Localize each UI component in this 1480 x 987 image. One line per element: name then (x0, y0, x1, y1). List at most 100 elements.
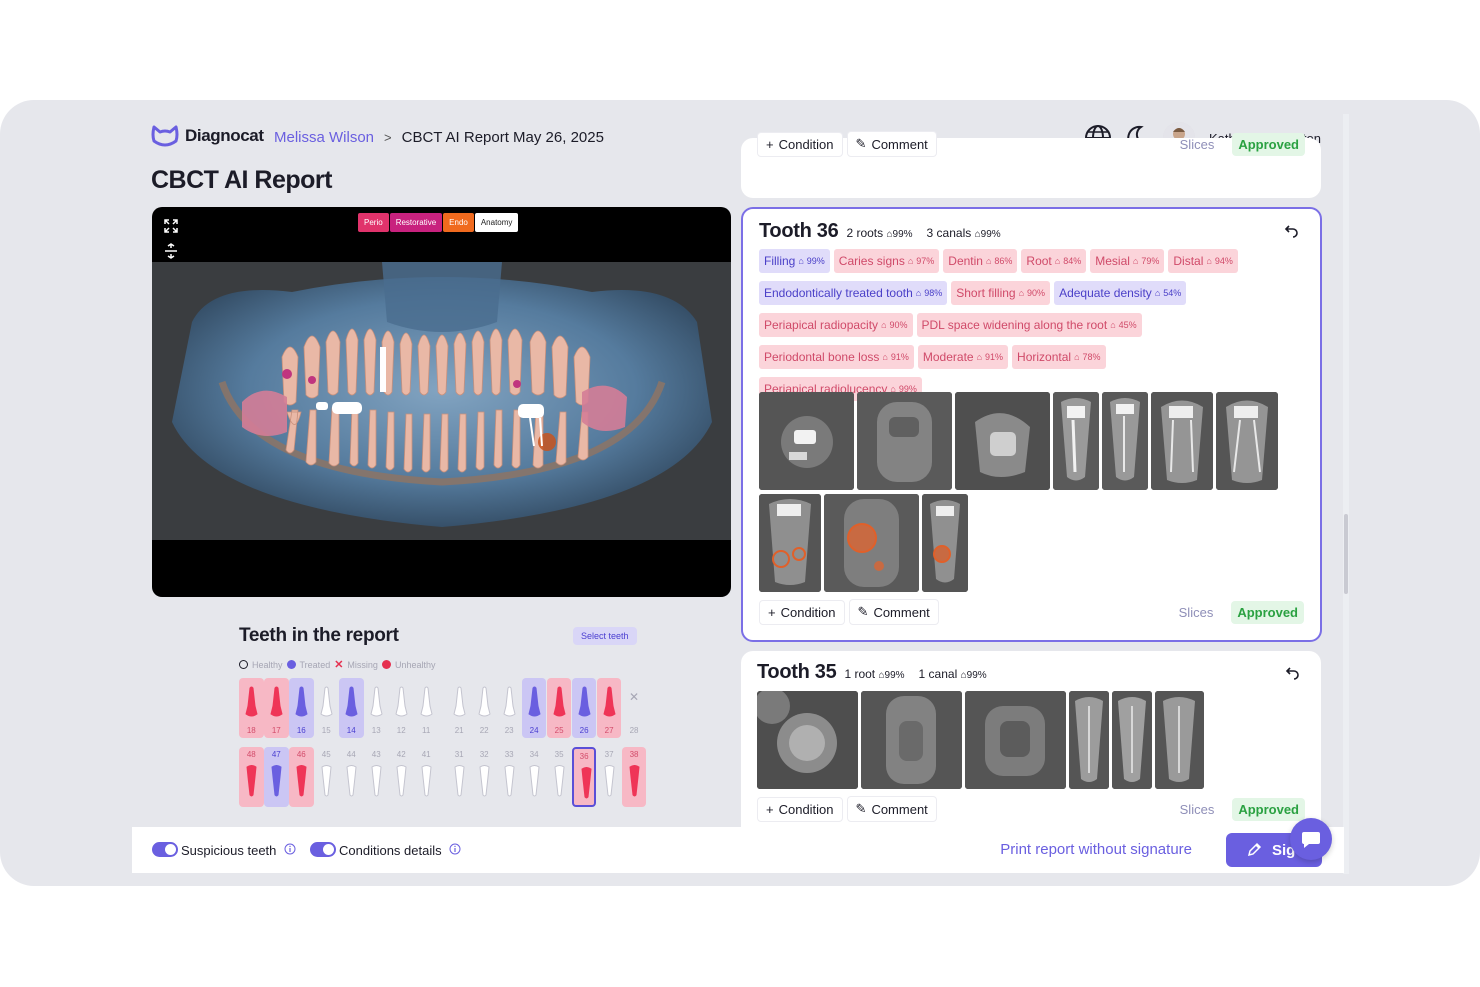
slice-thumbnail[interactable] (955, 392, 1050, 490)
condition-chip[interactable]: Endodontically treated tooth ⌂ 98% (759, 281, 948, 305)
condition-chip[interactable]: Periodontal bone loss ⌂ 91% (759, 345, 914, 369)
tooth-27[interactable]: 27 (596, 678, 622, 738)
tooth-16[interactable]: 16 (288, 678, 314, 738)
tooth-32[interactable]: 32 (472, 747, 497, 807)
ai-icon: ⌂ (881, 320, 887, 330)
tooth-12[interactable]: 12 (389, 678, 414, 738)
chat-support-button[interactable] (1290, 818, 1332, 860)
condition-chip[interactable]: Moderate ⌂ 91% (917, 345, 1009, 369)
tooth-card-35[interactable]: Tooth 35 1 root ⌂99% 1 canal ⌂99% + Condi… (741, 651, 1321, 841)
tab-anatomy[interactable]: Anatomy (474, 213, 519, 232)
slices-link[interactable]: Slices (1180, 802, 1215, 817)
add-comment-button[interactable]: ✎ Comment (848, 599, 939, 625)
tooth-13[interactable]: 13 (364, 678, 389, 738)
condition-chip[interactable]: Filling ⌂ 99% (759, 249, 830, 273)
add-comment-button[interactable]: ✎ Comment (846, 131, 937, 157)
select-teeth-button[interactable]: Select teeth (573, 627, 637, 645)
tooth-26[interactable]: 26 (571, 678, 597, 738)
tooth-23[interactable]: 23 (497, 678, 522, 738)
add-condition-button[interactable]: + Condition (757, 131, 843, 157)
tooth-18[interactable]: 18 (239, 678, 264, 738)
slice-thumbnail[interactable] (759, 494, 821, 592)
slice-thumbnail[interactable] (857, 392, 952, 490)
slice-thumbnail[interactable] (1102, 392, 1148, 490)
condition-chip[interactable]: PDL space widening along the root ⌂ 45% (916, 313, 1142, 337)
slice-thumbnail[interactable] (1216, 392, 1278, 490)
legend-healthy: Healthy (252, 659, 283, 670)
tooth-43[interactable]: 43 (364, 747, 389, 807)
condition-chip[interactable]: Mesial ⌂ 79% (1090, 249, 1165, 273)
tooth-36[interactable]: 36 (571, 747, 597, 807)
slice-thumbnail[interactable] (1155, 691, 1204, 789)
add-condition-button[interactable]: + Condition (759, 599, 845, 625)
tooth-46[interactable]: 46 (288, 747, 314, 807)
breadcrumb-report: CBCT AI Report May 26, 2025 (401, 129, 604, 146)
slices-link[interactable]: Slices (1179, 605, 1214, 620)
undo-icon[interactable] (1282, 221, 1302, 241)
condition-chip[interactable]: Root ⌂ 84% (1021, 249, 1087, 273)
approved-button[interactable]: Approved (1231, 600, 1304, 624)
condition-chip[interactable]: Distal ⌂ 94% (1168, 249, 1238, 273)
tooth-45[interactable]: 45 (314, 747, 339, 807)
slice-thumbnail[interactable] (757, 691, 858, 789)
slice-thumbnail[interactable] (965, 691, 1066, 789)
slice-thumbnail[interactable] (1053, 392, 1099, 490)
cbct-viewer[interactable]: Perio Restorative Endo Anatomy (152, 207, 731, 597)
approved-button[interactable]: Approved (1232, 132, 1305, 156)
add-comment-button[interactable]: ✎ Comment (846, 796, 937, 822)
tooth-card-36[interactable]: Tooth 36 2 roots ⌂99% 3 canals ⌂99% Fill… (741, 207, 1322, 642)
tooth-22[interactable]: 22 (472, 678, 497, 738)
tab-endo[interactable]: Endo (443, 213, 474, 232)
tooth-icon (345, 686, 358, 717)
tooth-42[interactable]: 42 (389, 747, 414, 807)
tab-perio[interactable]: Perio (358, 213, 389, 232)
tooth-25[interactable]: 25 (546, 678, 572, 738)
slice-thumbnail[interactable] (759, 392, 854, 490)
info-icon[interactable] (284, 843, 296, 855)
tooth-14[interactable]: 14 (338, 678, 364, 738)
tooth-15[interactable]: 15 (314, 678, 339, 738)
slice-thumbnail[interactable] (1151, 392, 1213, 490)
tooth-35[interactable]: 35 (547, 747, 572, 807)
scrollbar-thumb[interactable] (1344, 514, 1348, 594)
condition-chip[interactable]: Dentin ⌂ 86% (943, 249, 1018, 273)
expand-icon[interactable] (161, 217, 181, 235)
condition-chip[interactable]: Adequate density ⌂ 54% (1054, 281, 1187, 305)
slices-link[interactable]: Slices (1180, 137, 1215, 152)
conditions-details-toggle[interactable] (310, 842, 336, 857)
slice-thumbnail[interactable] (861, 691, 962, 789)
condition-name: Filling (764, 254, 796, 268)
tab-restorative[interactable]: Restorative (389, 213, 443, 232)
split-vertical-icon[interactable] (161, 242, 181, 260)
tooth-33[interactable]: 33 (497, 747, 522, 807)
condition-chip[interactable]: Periapical radiopacity ⌂ 90% (759, 313, 913, 337)
tooth-34[interactable]: 34 (522, 747, 547, 807)
condition-chip[interactable]: Caries signs ⌂ 97% (833, 249, 940, 273)
info-icon[interactable] (449, 843, 461, 855)
breadcrumb-patient-link[interactable]: Melissa Wilson (274, 129, 374, 146)
tooth-37[interactable]: 37 (597, 747, 622, 807)
slice-thumbnail[interactable] (1069, 691, 1109, 789)
tooth-31[interactable]: 31 (447, 747, 472, 807)
approved-button[interactable]: Approved (1232, 797, 1305, 821)
condition-chip[interactable]: Horizontal ⌂ 78% (1012, 345, 1106, 369)
logo[interactable]: Diagnocat (151, 123, 264, 149)
tooth-21[interactable]: 21 (447, 678, 472, 738)
undo-icon[interactable] (1283, 663, 1303, 683)
slice-thumbnail[interactable] (824, 494, 919, 592)
tooth-28[interactable]: ✕ 28 (622, 678, 647, 738)
slice-thumbnail[interactable] (922, 494, 968, 592)
print-without-signature-link[interactable]: Print report without signature (1000, 841, 1192, 858)
add-condition-button[interactable]: + Condition (757, 796, 843, 822)
tooth-48[interactable]: 48 (239, 747, 264, 807)
tooth-11[interactable]: 11 (414, 678, 439, 738)
tooth-44[interactable]: 44 (339, 747, 364, 807)
slice-thumbnail[interactable] (1112, 691, 1152, 789)
condition-chip[interactable]: Short filling ⌂ 90% (951, 281, 1051, 305)
tooth-38[interactable]: 38 (621, 747, 647, 807)
tooth-24[interactable]: 24 (521, 678, 547, 738)
tooth-41[interactable]: 41 (414, 747, 439, 807)
tooth-17[interactable]: 17 (263, 678, 289, 738)
suspicious-teeth-toggle[interactable] (152, 842, 178, 857)
tooth-47[interactable]: 47 (263, 747, 289, 807)
